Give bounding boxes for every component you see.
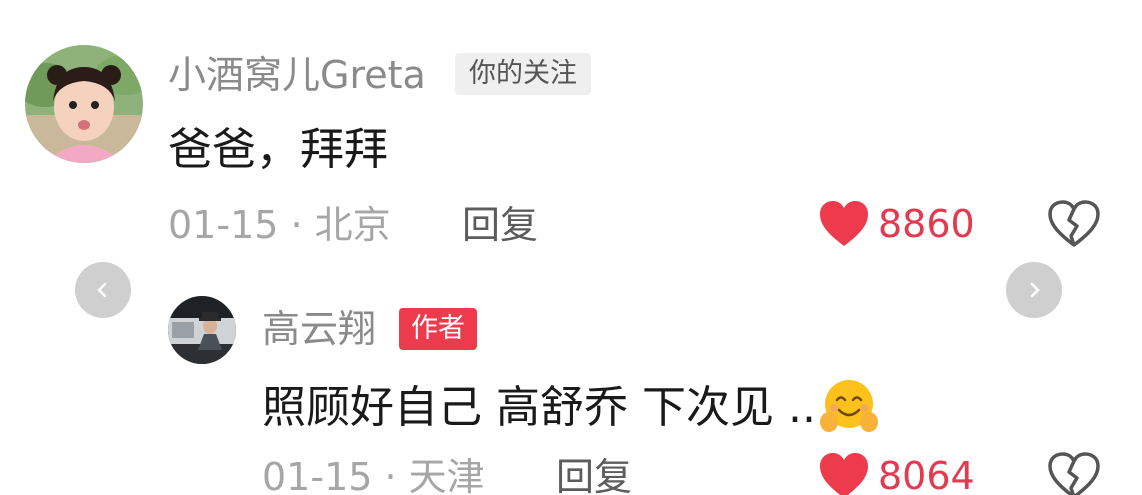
- next-button[interactable]: [1006, 262, 1062, 318]
- avatar[interactable]: [25, 45, 143, 163]
- reply-reply-button[interactable]: 回复: [556, 458, 632, 495]
- comment-thread: 小酒窝儿Greta 你的关注 爸爸，拜拜 01-15 · 北京 回复 8860: [0, 0, 1142, 495]
- chevron-left-icon: [97, 282, 107, 298]
- reply-text-line: 照顾好自己 高舒乔 下次见 ..: [262, 378, 878, 442]
- comment-meta: 01-15 · 北京: [168, 203, 391, 247]
- broken-heart-icon: [1048, 452, 1100, 495]
- following-badge: 你的关注: [455, 53, 591, 95]
- prev-button[interactable]: [75, 262, 131, 318]
- like-count: 8860: [878, 202, 975, 246]
- reply-like-button[interactable]: 8064: [818, 452, 975, 495]
- reply-avatar[interactable]: [168, 296, 236, 364]
- reply-text: 照顾好自己 高舒乔 下次见 ..: [262, 382, 816, 433]
- chevron-right-icon: [1030, 282, 1040, 298]
- broken-heart-icon: [1048, 200, 1100, 247]
- reply-username[interactable]: 高云翔: [262, 310, 376, 348]
- comment-text: 爸爸，拜拜: [168, 124, 388, 175]
- reply-button[interactable]: 回复: [462, 206, 538, 244]
- reply-dislike-button[interactable]: [1047, 452, 1101, 495]
- reply-meta: 01-15 · 天津: [262, 455, 485, 495]
- username[interactable]: 小酒窝儿Greta: [168, 56, 426, 94]
- reply-like-count: 8064: [878, 454, 975, 495]
- like-button[interactable]: 8860: [818, 200, 975, 248]
- heart-icon: [820, 453, 868, 495]
- man-avatar-icon: [168, 296, 236, 364]
- girl-avatar-icon: [25, 45, 143, 163]
- dislike-button[interactable]: [1047, 200, 1101, 252]
- author-badge: 作者: [399, 308, 477, 350]
- hugging-face-emoji-icon: [819, 378, 878, 442]
- heart-icon: [820, 201, 868, 246]
